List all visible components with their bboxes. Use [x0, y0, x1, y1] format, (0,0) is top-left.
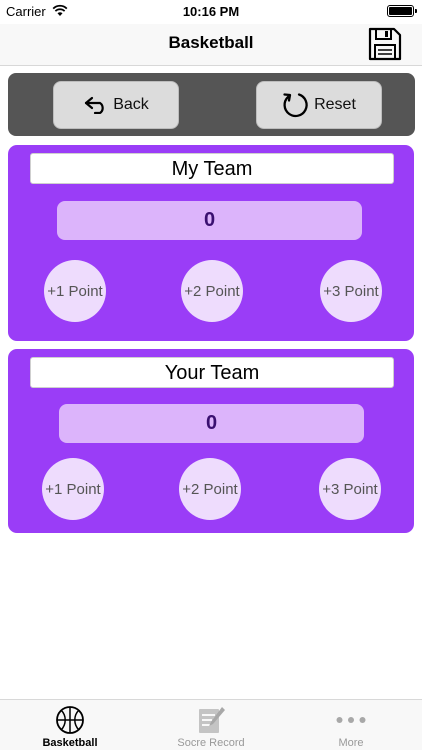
tab-more[interactable]: More — [281, 700, 421, 750]
app-screen: Carrier 10:16 PM Basketball Back Reset M… — [0, 0, 422, 750]
action-toolbar: Back Reset — [8, 73, 415, 136]
add-2-point-button[interactable]: +2 Point — [179, 458, 241, 520]
score-display: 0 — [59, 404, 364, 443]
reset-button[interactable]: Reset — [256, 81, 382, 129]
tab-bar: Basketball Socre Record More — [0, 699, 422, 750]
add-2-point-button[interactable]: +2 Point — [181, 260, 243, 322]
your-team-card: Your Team 0 +1 Point +2 Point +3 Point — [8, 349, 414, 533]
tab-label: Socre Record — [177, 737, 245, 749]
add-1-point-button[interactable]: +1 Point — [44, 260, 106, 322]
tab-score-record[interactable]: Socre Record — [141, 700, 281, 750]
floppy-disk-icon[interactable] — [368, 27, 402, 61]
notepad-icon — [199, 707, 225, 733]
navigation-bar: Basketball — [0, 24, 422, 66]
reload-icon — [283, 93, 308, 118]
back-button[interactable]: Back — [53, 81, 179, 129]
reset-label: Reset — [314, 96, 356, 113]
team-name-field[interactable]: Your Team — [30, 357, 394, 388]
team-name-field[interactable]: My Team — [30, 153, 394, 184]
status-bar: Carrier 10:16 PM — [0, 0, 422, 24]
tab-label: More — [338, 737, 364, 749]
page-title: Basketball — [168, 33, 254, 52]
add-1-point-button[interactable]: +1 Point — [42, 458, 104, 520]
undo-arrow-icon — [85, 96, 104, 114]
tab-label: Basketball — [42, 737, 98, 749]
score-display: 0 — [57, 201, 362, 240]
battery-icon — [387, 5, 417, 17]
tab-basketball[interactable]: Basketball — [0, 700, 140, 750]
add-3-point-button[interactable]: +3 Point — [320, 260, 382, 322]
my-team-card: My Team 0 +1 Point +2 Point +3 Point — [8, 145, 414, 341]
add-3-point-button[interactable]: +3 Point — [319, 458, 381, 520]
clock: 10:16 PM — [182, 4, 240, 19]
back-label: Back — [113, 96, 149, 113]
basketball-icon — [56, 706, 84, 734]
more-dots-icon — [336, 717, 366, 723]
